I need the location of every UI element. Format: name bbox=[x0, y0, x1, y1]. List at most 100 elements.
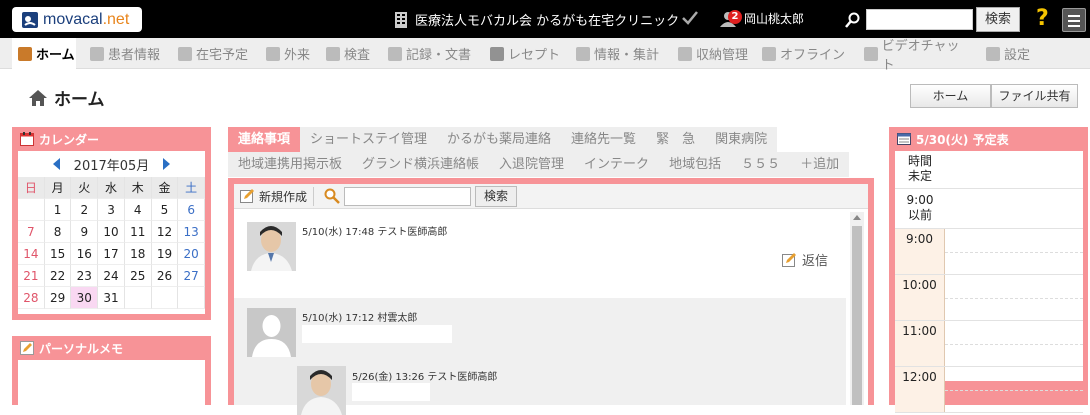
before-nine-row[interactable]: 9:00 以前 bbox=[895, 189, 1083, 229]
calendar-day[interactable]: 19 bbox=[151, 243, 179, 265]
calendar-day[interactable]: 31 bbox=[98, 287, 125, 309]
calendar-day[interactable]: 21 bbox=[18, 265, 45, 287]
tab-row2-0[interactable]: 地域連携用掲示板 bbox=[228, 152, 352, 177]
calendar-day[interactable]: 20 bbox=[178, 243, 206, 265]
memo-body[interactable] bbox=[18, 360, 205, 405]
hamburger-menu-icon[interactable] bbox=[1062, 8, 1086, 32]
calendar-day[interactable]: 13 bbox=[178, 221, 206, 243]
calendar-day[interactable]: 18 bbox=[124, 243, 152, 265]
calendar-day[interactable]: 25 bbox=[124, 265, 152, 287]
calendar-grid: 日月火水木金土 1 2 3 4 5 6 7 8 9 10 11 12 13 14 15 16 17 18 19 20 21… bbox=[18, 177, 206, 309]
tab-row2-1[interactable]: グランド横浜連絡帳 bbox=[352, 152, 489, 177]
calendar-day[interactable]: 27 bbox=[178, 265, 206, 287]
nav-item-label: 記録・文書 bbox=[406, 48, 472, 63]
receipt-icon bbox=[490, 46, 504, 61]
schedule-hour-label: 10:00 bbox=[895, 275, 945, 320]
post-body bbox=[302, 325, 452, 343]
calendar-day[interactable]: 16 bbox=[71, 243, 99, 265]
schedule-hour-row[interactable]: 11:00 bbox=[895, 321, 1083, 367]
calendar-day[interactable]: 29 bbox=[44, 287, 72, 309]
scrollbar[interactable] bbox=[850, 212, 864, 405]
calendar-day[interactable]: 12 bbox=[151, 221, 179, 243]
nav-item-document[interactable]: 記録・文書 bbox=[382, 38, 476, 69]
tab-row1-4[interactable]: 緊 急 bbox=[646, 127, 705, 152]
schedule-title: 5/30(火) 予定表 bbox=[916, 132, 1009, 147]
calendar-day[interactable]: 26 bbox=[151, 265, 179, 287]
nav-item-tv[interactable]: ビデオチャット bbox=[858, 38, 970, 73]
schedule-hour-row[interactable]: 10:00 bbox=[895, 275, 1083, 321]
calendar-day[interactable]: 4 bbox=[124, 199, 152, 221]
notification-badge[interactable]: 2 bbox=[728, 10, 742, 24]
scroll-up-icon[interactable] bbox=[853, 215, 861, 220]
schedule-hour-row[interactable]: 9:00 bbox=[895, 229, 1083, 275]
file-share-button[interactable]: ファイル共有 bbox=[991, 84, 1078, 108]
top-search-input[interactable] bbox=[866, 9, 973, 30]
tab-row2-2[interactable]: 入退院管理 bbox=[489, 152, 574, 177]
calendar-day[interactable]: 14 bbox=[18, 243, 45, 265]
nav-item-patients[interactable]: 患者情報 bbox=[84, 38, 164, 69]
nav-item-receipt[interactable]: レセプト bbox=[484, 38, 562, 69]
top-search-button[interactable]: 検索 bbox=[976, 7, 1020, 32]
tab-row2-5[interactable]: ５５５ bbox=[731, 152, 790, 177]
calendar-day[interactable]: 5 bbox=[151, 199, 179, 221]
calendar-weekday-row: 日月火水木金土 bbox=[18, 177, 206, 199]
tab-row1-5[interactable]: 関東病院 bbox=[705, 127, 777, 152]
doctor-avatar-icon bbox=[297, 366, 346, 415]
calendar-day[interactable]: 9 bbox=[71, 221, 99, 243]
user-silhouette-icon bbox=[247, 308, 296, 357]
untimed-row[interactable]: 時間 未定 bbox=[895, 151, 1083, 189]
prev-month-icon[interactable] bbox=[52, 158, 60, 170]
scroll-thumb[interactable] bbox=[852, 226, 862, 405]
message-search-input[interactable] bbox=[344, 186, 472, 206]
tab-row2-3[interactable]: インテーク bbox=[574, 152, 659, 177]
schedule-hour-label: 9:00 bbox=[895, 229, 945, 274]
check-icon[interactable] bbox=[681, 10, 699, 26]
tab-row1-2[interactable]: かるがも薬局連絡 bbox=[437, 127, 561, 152]
tab-row1-1[interactable]: ショートステイ管理 bbox=[300, 127, 437, 152]
next-month-icon[interactable] bbox=[163, 158, 171, 170]
help-icon[interactable]: ? bbox=[1036, 6, 1052, 32]
home-button[interactable]: ホーム bbox=[910, 84, 991, 108]
calendar-day[interactable]: 2 bbox=[71, 199, 99, 221]
calendar-day bbox=[151, 287, 179, 309]
schedule-hour-row[interactable]: 12:00 bbox=[895, 367, 1083, 413]
tab-row2-6[interactable]: ＋追加 bbox=[790, 152, 849, 177]
tab-row1-0[interactable]: 連絡事項 bbox=[228, 127, 301, 152]
logo[interactable]: movacal.net bbox=[12, 7, 142, 32]
calendar-day[interactable]: 11 bbox=[124, 221, 152, 243]
calendar-day[interactable]: 24 bbox=[98, 265, 125, 287]
calendar-day[interactable]: 3 bbox=[98, 199, 125, 221]
nav-item-stats[interactable]: 情報・集計 bbox=[570, 38, 664, 69]
calendar-day[interactable]: 23 bbox=[71, 265, 99, 287]
message-search-button[interactable]: 検索 bbox=[475, 185, 518, 207]
nav-item-gear[interactable]: 設定 bbox=[980, 38, 1040, 69]
calendar-day[interactable]: 17 bbox=[98, 243, 125, 265]
memo-icon bbox=[20, 341, 34, 355]
tab-row-2: 地域連携用掲示板 グランド横浜連絡帳 入退院管理 インテーク 地域包括 ５５５ ＋追加 bbox=[228, 152, 850, 177]
reply-button[interactable]: 返信 bbox=[782, 250, 828, 269]
calendar-day[interactable]: 15 bbox=[44, 243, 72, 265]
nav-item-chart[interactable]: 検査 bbox=[320, 38, 374, 69]
calendar-day[interactable]: 28 bbox=[18, 287, 45, 309]
calendar-day[interactable]: 30 bbox=[71, 287, 99, 309]
calendar-day[interactable]: 8 bbox=[44, 221, 72, 243]
calendar-body: 2017年05月 日月火水木金土 1 2 3 4 5 6 7 8 9 10 11 12 13 14 15 16 1… bbox=[18, 151, 206, 314]
calendar-week-row: 14 15 16 17 18 19 20 bbox=[18, 243, 206, 265]
calendar-day[interactable]: 1 bbox=[44, 199, 72, 221]
calendar-day[interactable]: 7 bbox=[18, 221, 45, 243]
before-nine-label: 9:00 以前 bbox=[906, 193, 934, 222]
tab-row1-3[interactable]: 連絡先一覧 bbox=[561, 127, 646, 152]
calendar-day[interactable]: 10 bbox=[98, 221, 125, 243]
new-post-button[interactable]: 新規作成 bbox=[234, 186, 315, 206]
nav-item-home[interactable]: ホーム bbox=[12, 38, 76, 69]
schedule-panel: 5/30(火) 予定表 時間 未定 9:00 以前 9:00 10:00 11:00… bbox=[889, 127, 1088, 413]
nav-item-person[interactable]: 外来 bbox=[260, 38, 312, 69]
calendar-weekday: 金 bbox=[151, 177, 179, 199]
nav-item-money[interactable]: 収納管理 bbox=[672, 38, 748, 69]
nav-item-offline[interactable]: オフライン bbox=[756, 38, 850, 69]
calendar-day[interactable]: 22 bbox=[44, 265, 72, 287]
schedule-half-hour-line bbox=[945, 252, 1083, 253]
tab-row2-4[interactable]: 地域包括 bbox=[659, 152, 731, 177]
nav-item-clock[interactable]: 在宅予定 bbox=[172, 38, 252, 69]
calendar-day[interactable]: 6 bbox=[178, 199, 206, 221]
